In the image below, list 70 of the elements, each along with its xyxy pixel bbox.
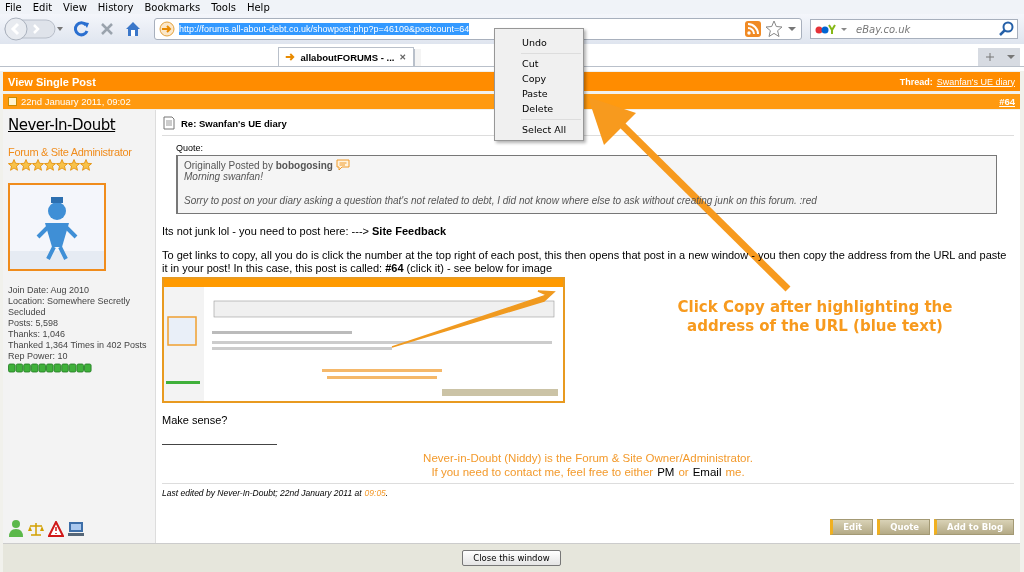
page-title: View Single Post: [8, 75, 96, 88]
post-paragraph: Make sense?: [162, 414, 229, 427]
user-icon[interactable]: [8, 519, 24, 537]
reload-icon[interactable]: [72, 20, 90, 38]
post-paragraph: Its not junk lol - you need to post here: ---> Site Feedback: [162, 225, 447, 238]
close-icon[interactable]: [399, 52, 407, 62]
user-info: Thanked 1,364 Times in 402 Posts: [8, 340, 148, 351]
menu-item[interactable]: View: [63, 1, 87, 13]
signature-link[interactable]: Email: [692, 465, 722, 479]
signature-text: Never-in-Doubt (Niddy) is the Forum & Site Owner/Administrator.: [423, 451, 753, 465]
menu-item[interactable]: History: [97, 1, 134, 13]
warning-icon[interactable]: [48, 521, 64, 537]
search-box[interactable]: eBay.co.uk: [810, 19, 1018, 39]
user-info: Join Date: Aug 2010: [8, 285, 91, 296]
user-info: Posts: 5,598: [8, 318, 60, 329]
edit-note: Last edited by Never-In-Doubt; 22nd January 2011 at: [162, 488, 362, 498]
thread-label: Thread:: [899, 76, 933, 87]
edit-note: .: [385, 488, 389, 498]
user-title: Forum & Site Administrator: [8, 146, 133, 158]
post-date: 22nd January 2011, 09:02: [21, 96, 131, 107]
post-icon: [8, 97, 17, 106]
search-icon[interactable]: [998, 21, 1014, 37]
quote-label: Quote:: [176, 143, 205, 153]
user-info: Thanks: 1,046: [8, 329, 67, 340]
browser-tab[interactable]: allaboutFORUMS - ...: [278, 47, 414, 66]
menu-item[interactable]: Help: [246, 1, 270, 13]
menu-item[interactable]: Bookmarks: [144, 1, 201, 13]
username-link[interactable]: Never-In-Doubt: [8, 116, 151, 134]
computer-icon[interactable]: [68, 521, 84, 537]
tab-label: allaboutFORUMS - ...: [300, 51, 395, 63]
star-icon: [56, 159, 68, 171]
document-icon: [162, 116, 176, 130]
user-info: Location: Somewhere Secretly Secluded: [8, 296, 132, 318]
star-icon: [32, 159, 44, 171]
url-text: http://forums.all-about-debt.co.uk/showpost.php?p=46109&postcount=64: [179, 23, 470, 35]
back-forward-buttons[interactable]: [4, 16, 64, 42]
star-icon: [80, 159, 92, 171]
arrow-icon: [285, 51, 296, 63]
new-tab-button[interactable]: [978, 48, 1002, 66]
star-icon: [68, 159, 80, 171]
signature-text: me.: [725, 465, 745, 479]
home-icon[interactable]: [124, 20, 142, 38]
menu-item[interactable]: Cut: [495, 57, 583, 71]
menu-item[interactable]: Copy: [495, 72, 583, 86]
quote-text: Morning swanfan!: [184, 171, 264, 183]
tab-list-button[interactable]: [1002, 48, 1020, 66]
menu-item[interactable]: Tools: [211, 1, 236, 13]
star-icon: [44, 159, 56, 171]
signature-text: or: [678, 465, 689, 479]
close-window-button[interactable]: Close this window: [462, 550, 561, 566]
signature-link[interactable]: PM: [657, 465, 675, 479]
engine-logo-icon[interactable]: [814, 22, 850, 36]
signature-text: If you need to contact me, feel free to either: [431, 465, 654, 479]
caret-icon[interactable]: [787, 24, 797, 34]
menu-item[interactable]: Select All: [495, 123, 583, 137]
post-paragraph: To get links to copy, all you do is click the number at the top right of each post, this then opens that post in a new window - you then copy the address from the URL and paste it in your post! In this case, this post is called: #64 (click it) - see below for image: [162, 249, 1008, 275]
menu-item[interactable]: Paste: [495, 87, 583, 101]
speech-bubble-icon[interactable]: [335, 159, 350, 171]
post-title: Re: Swanfan's UE diary: [181, 117, 287, 129]
search-field[interactable]: eBay.co.uk: [854, 22, 994, 36]
star-icon: [20, 159, 32, 171]
star-icon[interactable]: [765, 20, 783, 38]
user-info: Rep Power: 10: [8, 351, 69, 362]
rss-icon[interactable]: [745, 21, 761, 37]
menu-item[interactable]: Edit: [32, 1, 53, 13]
quote-attribution: Originally Posted by bobogosing: [184, 159, 333, 171]
annotation-text: Click Copy after highlighting the address of the URL (blue text): [676, 298, 954, 336]
menu-item[interactable]: File: [5, 1, 22, 13]
menu-item[interactable]: Delete: [495, 102, 583, 116]
star-icon: [8, 159, 20, 171]
